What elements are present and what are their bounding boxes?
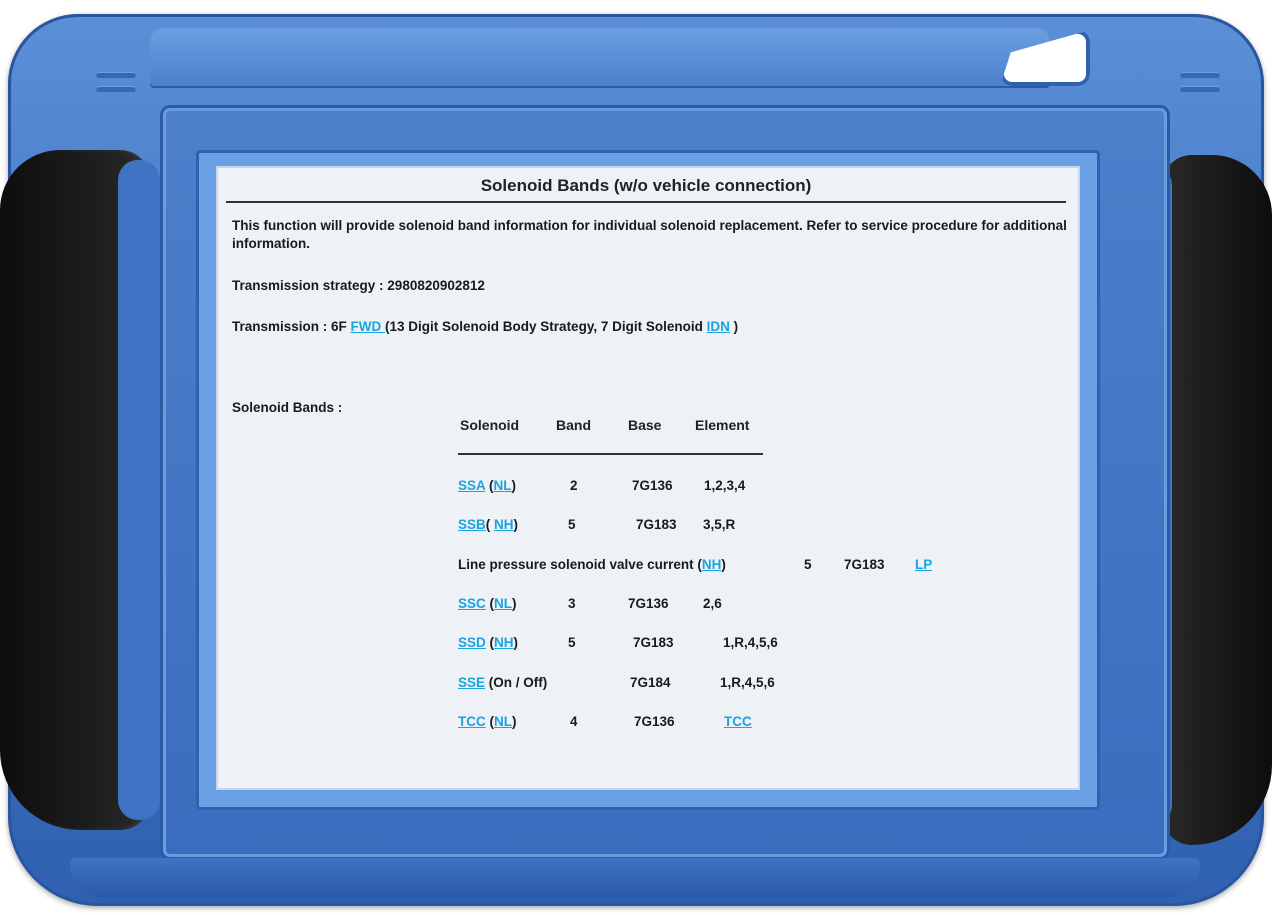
column-header-band: Band: [556, 417, 591, 433]
solenoid-link[interactable]: TCC: [458, 714, 486, 729]
column-header-solenoid: Solenoid: [460, 417, 520, 433]
band-value: 5: [568, 517, 576, 532]
band-value: 2: [570, 478, 578, 493]
device-bottom-lip: [70, 858, 1200, 898]
mode-suffix: ): [513, 635, 519, 650]
mode-suffix: ): [512, 596, 517, 611]
mode-link[interactable]: NL: [494, 596, 512, 611]
band-value: 5: [804, 557, 812, 572]
mode-suffix: ): [721, 557, 726, 572]
solenoid-bands-label: Solenoid Bands :: [232, 400, 343, 415]
display-screen: Solenoid Bands (w/o vehicle connection) …: [216, 166, 1080, 790]
base-value: 7G136: [628, 596, 669, 611]
solenoid-link[interactable]: SSA: [458, 478, 485, 493]
mode-suffix: ): [511, 478, 517, 493]
base-value: 7G136: [632, 478, 673, 493]
right-rubber-grip: [1162, 155, 1272, 845]
solenoid-label: Line pressure solenoid valve current: [458, 557, 694, 572]
idn-link[interactable]: IDN: [707, 319, 730, 334]
element-value: 3,5,R: [703, 517, 736, 532]
mode-suffix: ): [513, 517, 519, 532]
element-value: 1,R,4,5,6: [720, 675, 775, 690]
left-bumper: [118, 160, 160, 820]
base-value: 7G183: [633, 635, 674, 650]
mode-link[interactable]: NH: [494, 635, 514, 650]
base-value: 7G136: [634, 714, 675, 729]
mode-suffix: ): [512, 714, 517, 729]
mode-prefix: (: [485, 478, 494, 493]
element-link[interactable]: TCC: [724, 714, 752, 729]
transmission-middle: (13 Digit Solenoid Body Strategy, 7 Digi…: [385, 319, 707, 334]
transmission-strategy: Transmission strategy : 2980820902812: [232, 278, 485, 293]
vent-slot: [1180, 72, 1220, 78]
mode-label: (On / Off): [485, 675, 548, 690]
band-value: 4: [570, 714, 578, 729]
mode-link[interactable]: NH: [494, 517, 514, 532]
mode-prefix: (: [485, 635, 495, 650]
band-value: 3: [568, 596, 576, 611]
mode-prefix: (: [485, 517, 495, 532]
mode-prefix: (: [693, 557, 702, 572]
solenoid-link[interactable]: SSC: [458, 596, 486, 611]
base-value: 7G183: [844, 557, 885, 572]
column-header-element: Element: [695, 417, 750, 433]
page-title: Solenoid Bands (w/o vehicle connection): [226, 176, 1066, 203]
solenoid-link[interactable]: SSE: [458, 675, 485, 690]
column-header-base: Base: [628, 417, 662, 433]
band-value: 5: [568, 635, 576, 650]
mode-link[interactable]: NH: [702, 557, 722, 572]
fwd-link[interactable]: FWD: [351, 319, 386, 334]
vent-slot: [96, 72, 136, 78]
mode-link[interactable]: NL: [494, 714, 512, 729]
header-divider: [458, 453, 763, 455]
base-value: 7G183: [636, 517, 677, 532]
transmission-suffix: ): [729, 319, 739, 334]
mode-link[interactable]: NL: [494, 478, 512, 493]
mode-prefix: (: [485, 714, 495, 729]
vent-slot: [1180, 86, 1220, 92]
element-value: 1,R,4,5,6: [723, 635, 778, 650]
element-link[interactable]: LP: [915, 557, 932, 572]
solenoid-link[interactable]: SSB: [458, 517, 486, 532]
device-top-lip: [150, 28, 1050, 88]
transmission-prefix: Transmission : 6F: [232, 319, 351, 334]
description-text: This function will provide solenoid band…: [232, 218, 1067, 251]
vent-slot: [96, 86, 136, 92]
mode-prefix: (: [485, 596, 495, 611]
element-value: 2,6: [703, 596, 722, 611]
solenoid-link[interactable]: SSD: [458, 635, 486, 650]
transmission-line: Transmission : 6F FWD (13 Digit Solenoid…: [232, 319, 738, 334]
base-value: 7G184: [630, 675, 671, 690]
element-value: 1,2,3,4: [704, 478, 746, 493]
